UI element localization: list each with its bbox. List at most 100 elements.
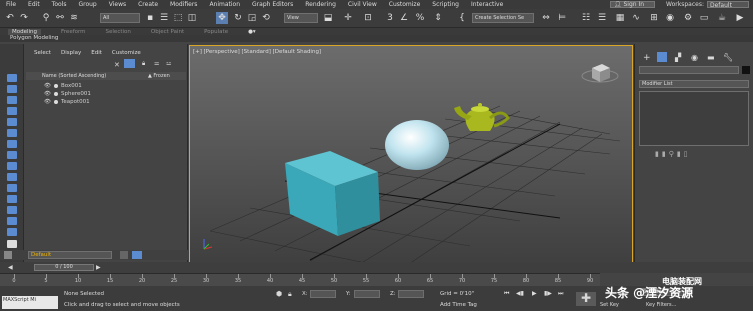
- list-item[interactable]: 👁︎ Box001: [44, 83, 82, 89]
- move-icon[interactable]: ✥: [216, 12, 228, 24]
- set-key-icon[interactable]: ✚: [576, 292, 596, 306]
- goto-start-icon[interactable]: ⏮: [504, 290, 509, 298]
- scale-icon[interactable]: ◲: [246, 12, 258, 24]
- y-coordinate-field[interactable]: [354, 290, 380, 298]
- visibility-eye-icon[interactable]: 👁︎: [44, 83, 51, 89]
- menu-animation[interactable]: Animation: [203, 1, 246, 8]
- goto-end-icon[interactable]: ⏭: [558, 290, 563, 298]
- rect-selection-icon[interactable]: ⬚: [172, 12, 184, 24]
- display-spacewarps-icon[interactable]: [7, 140, 17, 148]
- render-production-icon[interactable]: ▶: [734, 12, 746, 24]
- add-time-tag[interactable]: Add Time Tag: [440, 302, 477, 308]
- link-icon[interactable]: ⚲: [40, 12, 52, 24]
- display-lights-icon[interactable]: [7, 107, 17, 115]
- next-key-icon[interactable]: ▮▶: [544, 290, 552, 297]
- track-bar[interactable]: 0 5 10 15 20 25 30 35 40 45 50 55 60 65 70 75 80 85 90: [0, 273, 600, 286]
- select-manipulate-icon[interactable]: ✛: [342, 12, 354, 24]
- display-bones-icon[interactable]: [7, 173, 17, 181]
- menu-rendering[interactable]: Rendering: [299, 1, 342, 8]
- prev-key-icon[interactable]: ◀▮: [516, 290, 524, 297]
- explorer-menu-display[interactable]: Display: [61, 50, 81, 56]
- render-icon[interactable]: ☕︎: [716, 12, 728, 24]
- mirror-icon[interactable]: ⇔: [540, 12, 552, 24]
- selection-filter-dropdown[interactable]: All: [100, 13, 140, 23]
- undo-icon[interactable]: ↶: [4, 12, 16, 24]
- isolate-icon[interactable]: ⬢: [276, 290, 282, 298]
- stack-controls[interactable]: ▮▮⚲▮▯: [655, 150, 691, 158]
- select-by-name-icon[interactable]: ☰: [158, 12, 170, 24]
- hierarchy-icon[interactable]: ⚌: [154, 60, 159, 67]
- angle-snap-icon[interactable]: ∠: [398, 12, 410, 24]
- perspective-viewport[interactable]: [+] [Perspective] [Standard] [Default Sh…: [189, 45, 633, 269]
- menu-views[interactable]: Views: [103, 1, 132, 8]
- explorer-menu-edit[interactable]: Edit: [91, 50, 102, 56]
- menu-group[interactable]: Group: [72, 1, 102, 8]
- modify-tab-icon[interactable]: [657, 52, 667, 62]
- display-tab-icon[interactable]: ▬: [707, 53, 715, 62]
- window-crossing-icon[interactable]: ◫: [186, 12, 198, 24]
- ribbon-subpanel[interactable]: Polygon Modeling: [0, 35, 753, 42]
- sign-in-button[interactable]: 👤︎ Sign In: [609, 1, 656, 8]
- modifier-stack[interactable]: [639, 91, 749, 146]
- tab-object-paint[interactable]: Object Paint: [151, 29, 184, 35]
- render-setup-icon[interactable]: ⚙: [682, 12, 694, 24]
- z-coordinate-field[interactable]: [398, 290, 424, 298]
- display-children-icon[interactable]: [7, 217, 17, 225]
- create-tab-icon[interactable]: +: [643, 53, 651, 63]
- bind-space-warp-icon[interactable]: ≋: [68, 12, 80, 24]
- rotate-icon[interactable]: ↻: [232, 12, 244, 24]
- select-object-icon[interactable]: ▪: [144, 12, 156, 24]
- snap-toggle-icon[interactable]: 3: [384, 12, 396, 24]
- placement-icon[interactable]: ⟲: [260, 12, 272, 24]
- percent-snap-icon[interactable]: %: [414, 12, 426, 24]
- next-frame-icon[interactable]: ▶: [96, 264, 101, 271]
- object-name-field[interactable]: [639, 66, 739, 74]
- set-key-label[interactable]: Set Key: [600, 302, 619, 308]
- display-geometry-icon[interactable]: [7, 85, 17, 93]
- menu-customize[interactable]: Customize: [383, 1, 427, 8]
- explorer-menu-customize[interactable]: Customize: [112, 50, 141, 56]
- material-editor-icon[interactable]: ◉: [664, 12, 676, 24]
- visibility-eye-icon[interactable]: 👁︎: [44, 99, 51, 105]
- layer-explorer-button[interactable]: [120, 251, 128, 259]
- tab-populate[interactable]: Populate: [204, 29, 228, 35]
- selection-lock-icon[interactable]: 🔒︎: [288, 290, 292, 299]
- rendered-frame-icon[interactable]: ▭: [698, 12, 710, 24]
- unlink-icon[interactable]: ⚯: [54, 12, 66, 24]
- list-item[interactable]: 👁︎ Sphere001: [44, 91, 91, 97]
- keyboard-shortcut-icon[interactable]: ⊡: [362, 12, 374, 24]
- x-coordinate-field[interactable]: [310, 290, 336, 298]
- prev-frame-icon[interactable]: ◀: [8, 264, 13, 271]
- layer-toggle-button[interactable]: [132, 251, 142, 259]
- visibility-eye-icon[interactable]: 👁︎: [44, 91, 51, 97]
- redo-icon[interactable]: ↷: [18, 12, 30, 24]
- workspace-dropdown[interactable]: Default: [707, 1, 749, 9]
- sort-icon[interactable]: ⚍: [166, 60, 171, 67]
- curve-editor-icon[interactable]: ∿: [630, 12, 642, 24]
- utilities-tab-icon[interactable]: 🔧︎: [723, 53, 733, 62]
- display-containers-icon[interactable]: [7, 184, 17, 192]
- ribbon-options-icon[interactable]: ●▾: [248, 29, 256, 35]
- select-all-icon[interactable]: [7, 240, 17, 248]
- display-cameras-icon[interactable]: [7, 118, 17, 126]
- selection-set-dropdown[interactable]: Create Selection Se: [472, 13, 534, 23]
- scene-explorer-icon[interactable]: ☷: [580, 12, 592, 24]
- align-icon[interactable]: ⊨: [556, 12, 568, 24]
- column-frozen[interactable]: ▲ Frozen: [148, 73, 170, 79]
- modifier-list-dropdown[interactable]: Modifier List: [639, 80, 749, 88]
- reference-coord-dropdown[interactable]: View: [284, 13, 318, 23]
- tab-freeform[interactable]: Freeform: [61, 29, 86, 35]
- pivot-center-icon[interactable]: ⬓: [322, 12, 334, 24]
- edit-named-sets-icon[interactable]: {: [456, 12, 468, 24]
- key-filters-button[interactable]: Key Filters...: [646, 302, 676, 308]
- display-shapes-icon[interactable]: [7, 96, 17, 104]
- display-helpers-icon[interactable]: [7, 129, 17, 137]
- display-frozen-icon[interactable]: [7, 195, 17, 203]
- menu-file[interactable]: File: [0, 1, 22, 8]
- layer-icon[interactable]: [4, 251, 12, 259]
- sphere001-object[interactable]: [385, 120, 449, 170]
- layer-explorer-icon[interactable]: ☰: [596, 12, 608, 24]
- motion-tab-icon[interactable]: ◉: [691, 53, 698, 62]
- menu-interactive[interactable]: Interactive: [465, 1, 509, 8]
- spinner-snap-icon[interactable]: ⇕: [432, 12, 444, 24]
